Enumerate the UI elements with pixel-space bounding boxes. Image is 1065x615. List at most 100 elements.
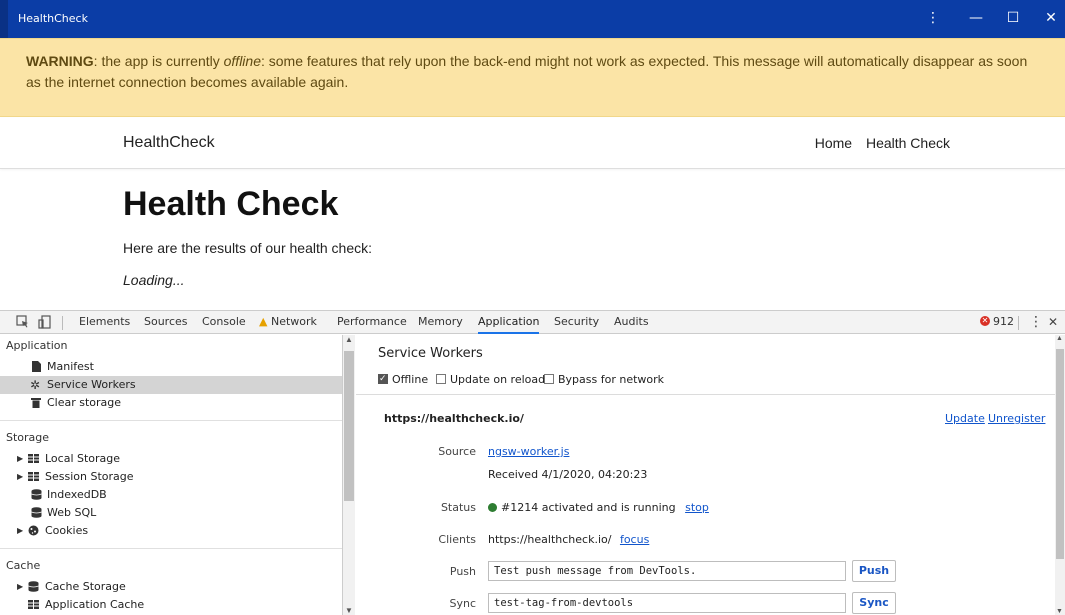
bypass-for-network-checkbox[interactable]: Bypass for network — [544, 373, 664, 387]
inspect-element-icon[interactable] — [16, 315, 30, 329]
window-title: HealthCheck — [18, 12, 88, 25]
scroll-down-arrow-icon[interactable]: ▼ — [1056, 608, 1063, 615]
sidebar-divider — [0, 548, 342, 549]
update-link[interactable]: Update — [945, 412, 985, 425]
tab-elements[interactable]: Elements — [79, 311, 130, 334]
tab-performance[interactable]: Performance — [337, 311, 407, 334]
sidebar-item-label: Manifest — [47, 360, 94, 373]
grid-icon — [28, 600, 39, 609]
error-icon[interactable]: ✕ — [980, 316, 990, 326]
push-message-input[interactable]: Test push message from DevTools. — [488, 561, 846, 581]
sidebar-item-label: Local Storage — [45, 452, 121, 465]
tab-console[interactable]: Console — [202, 311, 246, 334]
offline-checkbox[interactable]: Offline — [378, 372, 429, 387]
sync-tag-input[interactable]: test-tag-from-devtools — [488, 593, 846, 613]
offline-label: Offline — [392, 373, 429, 386]
stop-link[interactable]: stop — [685, 501, 709, 514]
status-indicator-icon — [488, 503, 497, 512]
nav-link-health-check[interactable]: Health Check — [866, 135, 950, 151]
tab-audits[interactable]: Audits — [614, 311, 649, 334]
sidebar-item-manifest[interactable]: Manifest — [0, 358, 342, 376]
grid-icon — [28, 472, 39, 481]
database-icon — [31, 489, 42, 500]
service-worker-origin: https://healthcheck.io/ — [384, 412, 524, 425]
sidebar-item-cookies[interactable]: ▶ Cookies — [0, 522, 342, 540]
client-url: https://healthcheck.io/ — [488, 533, 612, 546]
device-toolbar-icon[interactable] — [38, 315, 52, 329]
warning-triangle-icon: ▲ — [259, 315, 268, 328]
sidebar-item-indexeddb[interactable]: IndexedDB — [0, 486, 342, 504]
sidebar-item-application-cache[interactable]: Application Cache — [0, 596, 342, 614]
clients-label: Clients — [438, 533, 476, 546]
close-devtools-icon[interactable]: ✕ — [1048, 311, 1058, 333]
sync-button[interactable]: Sync — [852, 592, 896, 614]
sidebar-scrollbar-thumb[interactable] — [344, 351, 354, 501]
update-on-reload-label: Update on reload — [450, 373, 546, 386]
toolbar-separator — [62, 316, 63, 330]
checkbox-checked-icon — [378, 372, 388, 386]
panel-scrollbar[interactable]: ▲ ▼ — [1055, 335, 1065, 615]
expand-arrow-icon[interactable]: ▶ — [17, 578, 28, 591]
sidebar-divider — [0, 420, 342, 421]
sidebar-item-local-storage[interactable]: ▶ Local Storage — [0, 450, 342, 468]
app-navbar: HealthCheck Home Health Check — [0, 118, 1065, 169]
sidebar-item-label: Cookies — [45, 524, 89, 537]
page-content: Health Check Here are the results of our… — [123, 185, 372, 288]
warning-label: WARNING — [26, 53, 94, 69]
sidebar-section-cache: Cache — [6, 559, 41, 572]
push-button[interactable]: Push — [852, 560, 896, 582]
nav-link-home[interactable]: Home — [815, 135, 852, 151]
status-value: #1214 activated and is running stop — [488, 501, 709, 514]
window-title-bar: HealthCheck ⋮ — ☐ ✕ — [0, 0, 1065, 38]
sidebar-scrollbar[interactable]: ▲ ▼ — [343, 335, 355, 615]
expand-arrow-icon[interactable]: ▶ — [17, 468, 28, 481]
sidebar-item-cache-storage[interactable]: ▶ Cache Storage — [0, 578, 342, 596]
tab-application[interactable]: Application — [478, 311, 540, 334]
sidebar-item-session-storage[interactable]: ▶ Session Storage — [0, 468, 342, 486]
scroll-down-arrow-icon[interactable]: ▼ — [345, 606, 353, 615]
source-file-link[interactable]: ngsw-worker.js — [488, 445, 569, 458]
status-label: Status — [440, 501, 476, 514]
minimize-button[interactable]: — — [967, 9, 985, 27]
service-workers-panel: Service Workers Offline Update on reload… — [356, 335, 1055, 615]
push-label: Push — [449, 565, 476, 578]
status-text: #1214 activated and is running — [501, 501, 676, 514]
tab-security[interactable]: Security — [554, 311, 599, 334]
scroll-up-arrow-icon[interactable]: ▲ — [1056, 335, 1063, 342]
loading-text: Loading... — [123, 272, 185, 288]
nav-links: Home Health Check — [805, 135, 950, 151]
expand-arrow-icon[interactable]: ▶ — [17, 450, 28, 463]
sidebar-item-label: Cache Storage — [45, 580, 126, 593]
source-label: Source — [438, 445, 476, 458]
sidebar-item-label: Web SQL — [47, 506, 97, 519]
sidebar-item-label: Clear storage — [47, 396, 122, 409]
close-window-button[interactable]: ✕ — [1042, 9, 1060, 27]
tab-sources[interactable]: Sources — [144, 311, 188, 334]
expand-arrow-icon[interactable]: ▶ — [17, 522, 28, 535]
app-brand-link[interactable]: HealthCheck — [123, 134, 215, 152]
devtools-toolbar: Elements Sources Console ▲ Network Perfo… — [0, 310, 1065, 334]
error-count[interactable]: 912 — [993, 311, 1014, 333]
update-on-reload-checkbox[interactable]: Update on reload — [436, 373, 545, 387]
sidebar-item-clear-storage[interactable]: Clear storage — [0, 394, 342, 412]
tab-memory[interactable]: Memory — [418, 311, 463, 334]
scroll-up-arrow-icon[interactable]: ▲ — [345, 335, 353, 344]
tab-network-label: Network — [270, 315, 317, 328]
maximize-button[interactable]: ☐ — [1004, 9, 1022, 27]
focus-link[interactable]: focus — [620, 533, 649, 546]
document-icon — [32, 361, 41, 372]
cookie-icon — [28, 525, 39, 536]
sidebar-item-service-workers[interactable]: ✲ Service Workers — [0, 376, 342, 394]
unregister-link[interactable]: Unregister — [988, 412, 1045, 425]
grid-icon — [28, 454, 39, 463]
page-title: Health Check — [123, 185, 339, 223]
tab-network[interactable]: ▲ Network — [259, 311, 317, 334]
database-icon — [28, 581, 39, 592]
checkbox-unchecked-icon — [436, 374, 446, 384]
more-options-icon[interactable]: ⋮ — [924, 9, 942, 27]
panel-scrollbar-thumb[interactable] — [1056, 349, 1064, 559]
page-subtitle: Here are the results of our health check… — [123, 240, 373, 256]
sidebar-item-web-sql[interactable]: Web SQL — [0, 504, 342, 522]
devtools-menu-icon[interactable]: ⋮ — [1029, 311, 1043, 333]
sync-label: Sync — [449, 597, 476, 610]
